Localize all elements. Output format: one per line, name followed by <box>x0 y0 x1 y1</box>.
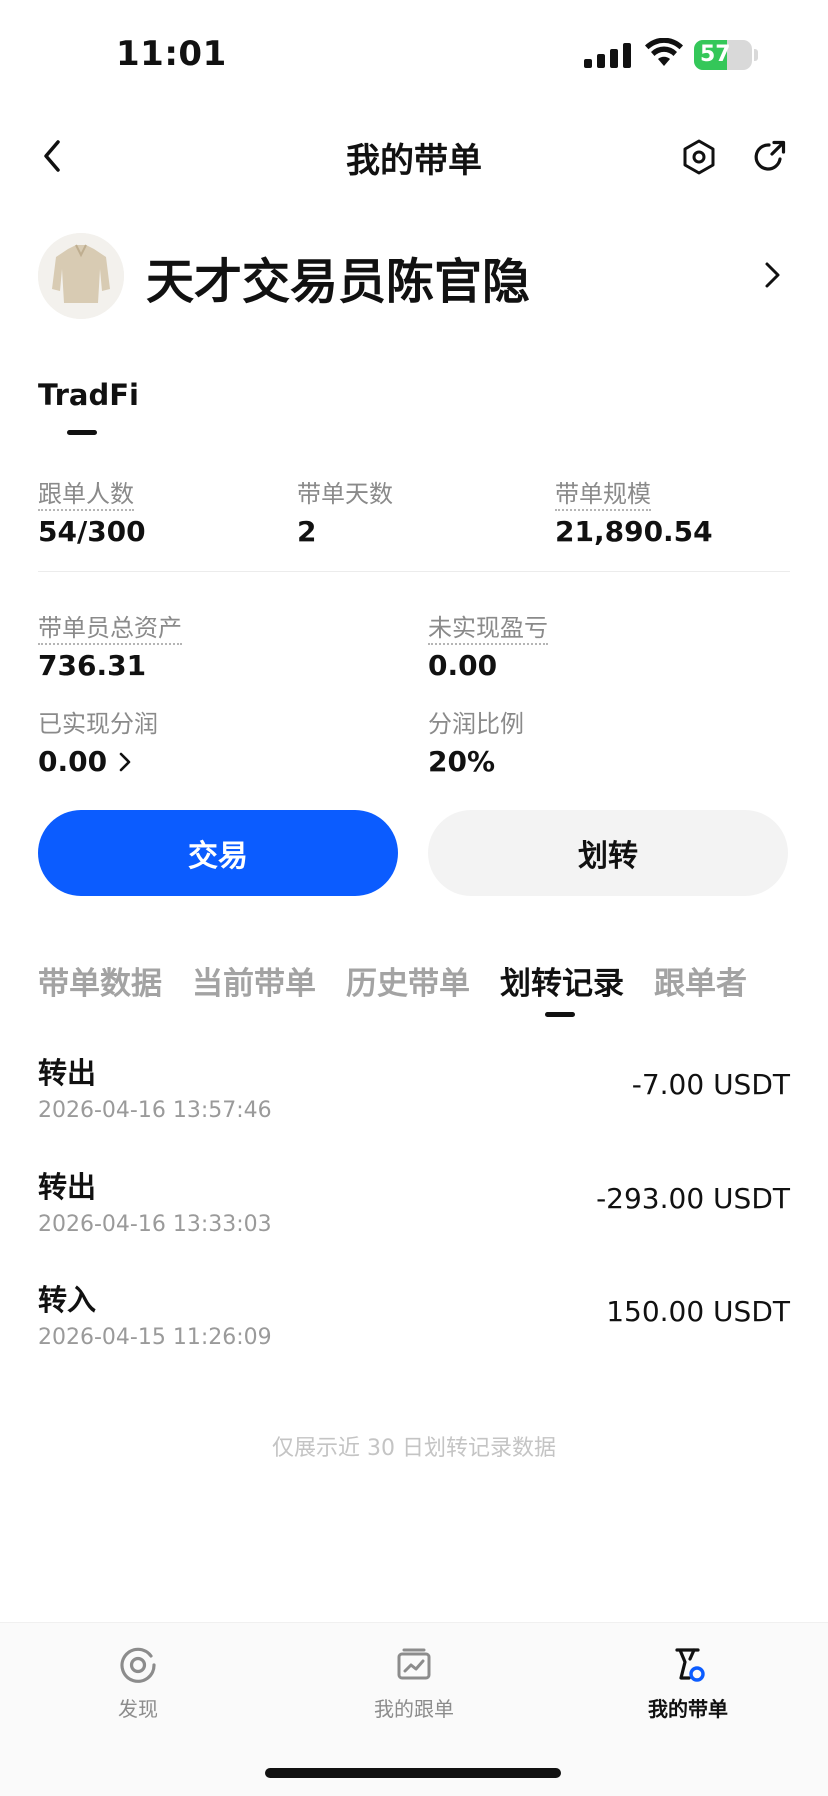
stat-value: 736.31 <box>38 649 147 682</box>
stat-label[interactable]: 跟单人数 <box>38 480 134 511</box>
transfer-button[interactable]: 划转 <box>428 810 788 896</box>
stat-label: 已实现分润 <box>38 710 158 738</box>
tab-history-lead[interactable]: 历史带单 <box>346 958 470 1003</box>
tab-indicator <box>545 1012 575 1017</box>
nav-item-my-copy-trades[interactable]: 我的跟单 <box>344 1645 484 1722</box>
sweater-avatar-image <box>38 233 124 319</box>
stat-label[interactable]: 带单员总资产 <box>38 614 182 645</box>
tab-lead-data[interactable]: 带单数据 <box>38 958 162 1003</box>
category-tab-indicator <box>67 430 97 435</box>
chevron-right-icon[interactable] <box>760 258 784 292</box>
battery-tip <box>754 49 758 61</box>
nav-label: 我的带单 <box>648 1697 728 1721</box>
stat-total-assets: 带单员总资产 736.31 <box>38 608 182 682</box>
stat-label[interactable]: 带单规模 <box>555 480 651 511</box>
chevron-right-icon[interactable] <box>117 750 133 774</box>
trader-name[interactable]: 天才交易员陈官隐 <box>146 242 530 312</box>
stat-value: 0.00 <box>38 745 108 778</box>
trade-button[interactable]: 交易 <box>38 810 398 896</box>
list-item: 转出 2026-04-16 13:33:03 -293.00 USDT <box>38 1164 790 1237</box>
tab-current-lead[interactable]: 当前带单 <box>192 958 316 1003</box>
record-amount: 150.00 USDT <box>606 1295 790 1328</box>
avatar[interactable] <box>38 233 124 319</box>
nav-label: 发现 <box>118 1697 158 1721</box>
stat-scale: 带单规模 21,890.54 <box>555 474 713 548</box>
stat-unrealized-pnl: 未实现盈亏 0.00 <box>428 608 548 682</box>
stat-value: 20% <box>428 745 496 778</box>
list-item: 转出 2026-04-16 13:57:46 -7.00 USDT <box>38 1050 790 1123</box>
tab-transfer-records[interactable]: 划转记录 <box>500 958 624 1003</box>
status-time: 11:01 <box>116 34 227 74</box>
divider <box>38 571 790 572</box>
stat-followers: 跟单人数 54/300 <box>38 474 146 548</box>
wifi-icon <box>645 38 683 66</box>
settings-hexagon-icon[interactable] <box>680 138 718 176</box>
stat-value: 0.00 <box>428 649 498 682</box>
stat-realized-profit-share[interactable]: 已实现分润 0.00 <box>38 704 158 778</box>
chart-icon <box>397 1648 431 1680</box>
list-item: 转入 2026-04-15 11:26:09 150.00 USDT <box>38 1277 790 1350</box>
stat-value: 2 <box>297 515 317 548</box>
record-amount: -293.00 USDT <box>596 1182 790 1215</box>
record-time: 2026-04-16 13:33:03 <box>38 1212 272 1237</box>
stat-label: 带单天数 <box>297 480 393 508</box>
records-footnote: 仅展示近 30 日划转记录数据 <box>272 1436 556 1461</box>
tab-followers[interactable]: 跟单者 <box>654 958 747 1003</box>
stat-value: 54/300 <box>38 515 146 548</box>
record-time: 2026-04-15 11:26:09 <box>38 1325 272 1350</box>
stat-value: 21,890.54 <box>555 515 713 548</box>
home-indicator <box>265 1768 561 1778</box>
lead-trade-icon <box>675 1648 705 1682</box>
stat-label[interactable]: 未实现盈亏 <box>428 614 548 645</box>
category-tab-tradfi[interactable]: TradFi <box>38 378 139 412</box>
discover-icon <box>120 1647 156 1683</box>
battery-level: 57 <box>700 42 731 67</box>
battery-icon: 57 <box>694 40 752 70</box>
record-time: 2026-04-16 13:57:46 <box>38 1098 272 1123</box>
stat-label: 分润比例 <box>428 710 524 738</box>
record-amount: -7.00 USDT <box>631 1068 790 1101</box>
stat-days: 带单天数 2 <box>297 474 393 548</box>
nav-item-my-lead-trades[interactable]: 我的带单 <box>618 1645 758 1722</box>
stat-profit-share-ratio: 分润比例 20% <box>428 704 524 778</box>
nav-item-discover[interactable]: 发现 <box>68 1645 208 1722</box>
share-icon[interactable] <box>750 138 788 176</box>
nav-label: 我的跟单 <box>374 1697 454 1721</box>
cellular-signal-icon <box>584 42 631 68</box>
